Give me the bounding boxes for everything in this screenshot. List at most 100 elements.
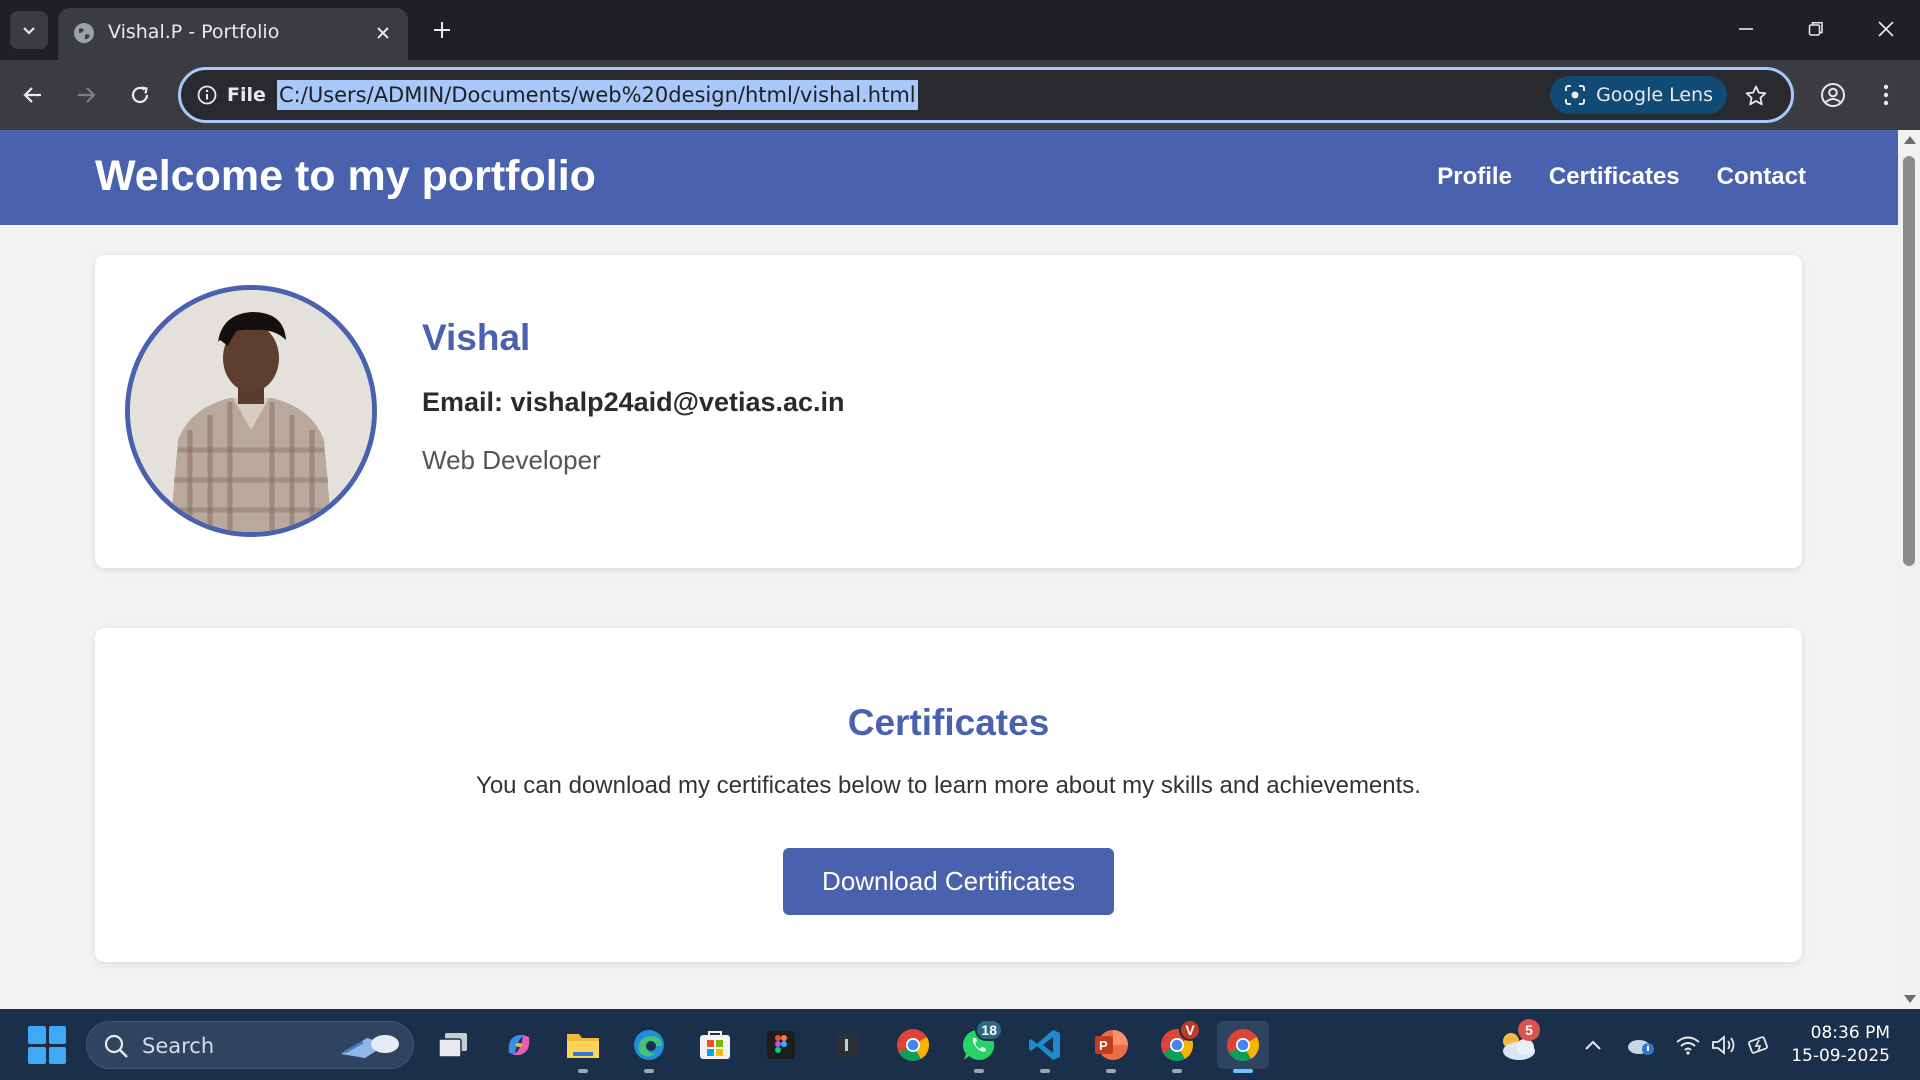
close-icon xyxy=(377,27,389,39)
browser-tab[interactable]: Vishal.P - Portfolio xyxy=(58,8,408,60)
whatsapp-badge: 18 xyxy=(975,1019,1003,1041)
new-tab-button[interactable] xyxy=(424,12,460,48)
profile-button[interactable] xyxy=(1813,75,1853,115)
taskbar-edge[interactable] xyxy=(623,1021,675,1073)
chrome-icon xyxy=(1227,1029,1260,1062)
site-title: Welcome to my portfolio xyxy=(95,152,596,200)
certificates-card: Certificates You can download my certifi… xyxy=(95,628,1802,962)
certificates-heading: Certificates xyxy=(847,702,1050,743)
back-button[interactable] xyxy=(13,75,53,115)
vscode-icon xyxy=(1029,1030,1060,1060)
taskbar-task-view[interactable] xyxy=(427,1021,479,1069)
folder-icon xyxy=(567,1034,599,1058)
browser-toolbar: File C:/Users/ADMIN/Documents/web%20desi… xyxy=(0,60,1920,130)
taskbar-chrome-2[interactable]: V xyxy=(1151,1019,1203,1073)
browser-menu-button[interactable] xyxy=(1866,75,1906,115)
page-scrollbar[interactable] xyxy=(1898,130,1920,1009)
profile-name: Vishal xyxy=(422,317,531,358)
profile-photo xyxy=(125,285,377,537)
taskbar-powerpoint[interactable]: P xyxy=(1085,1021,1137,1073)
powerpoint-icon: P xyxy=(1095,1030,1128,1060)
google-lens-label: Google Lens xyxy=(1596,84,1713,106)
taskbar-app-dark[interactable] xyxy=(821,1021,873,1069)
taskbar-clock[interactable]: 08:36 PM 15-09-2025 xyxy=(1791,1022,1890,1068)
task-view-icon xyxy=(438,1033,467,1058)
taskbar-copilot[interactable] xyxy=(493,1021,545,1069)
clock-date: 15-09-2025 xyxy=(1791,1046,1890,1066)
figma-icon xyxy=(767,1031,795,1059)
reload-button[interactable] xyxy=(120,75,160,115)
onedrive-icon xyxy=(1628,1040,1654,1055)
nav-link-contact[interactable]: Contact xyxy=(1717,163,1806,191)
plus-icon xyxy=(434,22,450,38)
edge-icon xyxy=(634,1030,664,1060)
nav-link-profile[interactable]: Profile xyxy=(1437,163,1512,191)
window-close-button[interactable] xyxy=(1856,6,1916,52)
lens-icon xyxy=(1565,85,1586,105)
site-info-button[interactable]: File xyxy=(197,84,266,106)
scroll-down-arrow-icon[interactable] xyxy=(1904,995,1916,1003)
windows-taskbar: Search 18 P V 5 08:36 PM 15-09-2025 xyxy=(0,1009,1920,1080)
battery-tray-button[interactable] xyxy=(1744,1029,1776,1061)
arrow-left-icon xyxy=(23,87,41,103)
globe-icon xyxy=(74,23,94,43)
star-icon xyxy=(1745,85,1767,106)
taskbar-file-explorer[interactable] xyxy=(557,1021,609,1073)
chrome-profile-badge: V xyxy=(1179,1019,1201,1041)
certificates-description: You can download my certificates below t… xyxy=(476,772,1421,799)
more-vertical-icon xyxy=(1883,84,1889,106)
site-header: Welcome to my portfolio Profile Certific… xyxy=(0,130,1898,225)
taskbar-search[interactable]: Search xyxy=(86,1021,414,1069)
restore-icon xyxy=(1808,22,1823,36)
profile-role: Web Developer xyxy=(422,445,601,475)
profile-card: Vishal Email: vishalp24aid@vetias.ac.in … xyxy=(95,255,1802,568)
onedrive-tray-button[interactable] xyxy=(1624,1029,1658,1061)
reload-icon xyxy=(131,86,149,104)
copilot-icon xyxy=(508,1035,530,1055)
search-icon xyxy=(104,1034,128,1058)
taskbar-weather[interactable]: 5 xyxy=(1492,1019,1544,1069)
chrome-icon xyxy=(897,1029,930,1062)
minimize-button[interactable] xyxy=(1716,6,1776,52)
taskbar-whatsapp[interactable]: 18 xyxy=(953,1019,1005,1073)
weather-badge: 5 xyxy=(1518,1019,1540,1041)
site-nav: Profile Certificates Contact xyxy=(1437,163,1806,191)
person-photo-icon xyxy=(130,290,372,532)
taskbar-chrome-active[interactable] xyxy=(1217,1021,1269,1073)
wifi-tray-button[interactable] xyxy=(1672,1029,1704,1061)
store-icon xyxy=(700,1031,730,1059)
address-bar[interactable]: File C:/Users/ADMIN/Documents/web%20desi… xyxy=(178,67,1794,123)
battery-charging-icon xyxy=(1748,1036,1768,1054)
url-text[interactable]: C:/Users/ADMIN/Documents/web%20design/ht… xyxy=(277,80,918,110)
svg-text:P: P xyxy=(1099,1038,1108,1053)
google-lens-button[interactable]: Google Lens xyxy=(1550,76,1727,114)
windows-logo-icon xyxy=(28,1026,46,1044)
account-icon xyxy=(1821,83,1845,107)
minimize-icon xyxy=(1739,28,1753,30)
tab-close-button[interactable] xyxy=(370,20,396,46)
site-info-label: File xyxy=(227,84,266,106)
restore-button[interactable] xyxy=(1786,6,1846,52)
start-button[interactable] xyxy=(28,1026,66,1064)
forward-button[interactable] xyxy=(66,75,106,115)
taskbar-vscode[interactable] xyxy=(1019,1021,1071,1073)
nav-link-certificates[interactable]: Certificates xyxy=(1549,163,1680,191)
speaker-icon xyxy=(1712,1035,1735,1055)
taskbar-store[interactable] xyxy=(689,1021,741,1069)
info-icon xyxy=(197,85,217,105)
search-placeholder: Search xyxy=(142,1034,215,1058)
arrow-right-icon xyxy=(78,87,96,103)
chevron-up-icon xyxy=(1585,1040,1601,1050)
volume-tray-button[interactable] xyxy=(1708,1029,1740,1061)
taskbar-figma[interactable] xyxy=(755,1021,807,1069)
browser-tab-bar: Vishal.P - Portfolio xyxy=(0,0,1920,60)
clock-time: 08:36 PM xyxy=(1810,1023,1890,1043)
bookmark-button[interactable] xyxy=(1739,79,1773,113)
scroll-up-arrow-icon[interactable] xyxy=(1904,136,1916,144)
app-window-icon xyxy=(835,1033,859,1057)
tab-search-button[interactable] xyxy=(10,11,48,49)
show-hidden-icons-button[interactable] xyxy=(1580,1029,1606,1061)
download-certificates-button[interactable]: Download Certificates xyxy=(783,848,1114,915)
scroll-thumb[interactable] xyxy=(1903,156,1915,566)
taskbar-chrome-1[interactable] xyxy=(887,1021,939,1069)
